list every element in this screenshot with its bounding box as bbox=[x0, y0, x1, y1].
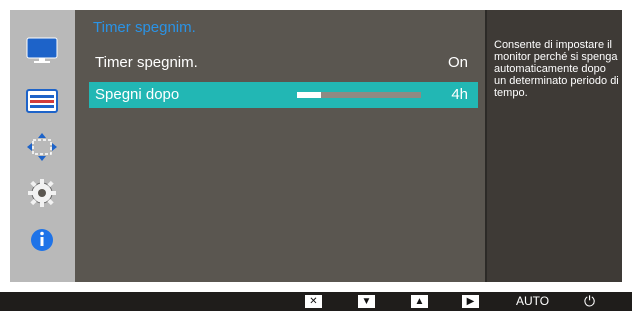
menu-item-value: On bbox=[447, 54, 468, 71]
gear-icon[interactable] bbox=[26, 178, 58, 208]
menu-item-spegni-dopo[interactable]: Spegni dopo 4h bbox=[89, 82, 478, 108]
bottom-control-bar: ✕ ▼ ▲ ▶ AUTO ⏻ bbox=[0, 292, 632, 311]
close-key-icon[interactable]: ✕ bbox=[305, 295, 322, 308]
osd-menu: Timer spegnim. Timer spegnim. On Spegni … bbox=[10, 10, 622, 282]
settings-bars-icon[interactable] bbox=[26, 86, 58, 116]
menu-item-timer[interactable]: Timer spegnim. On bbox=[89, 50, 478, 76]
monitor-icon[interactable] bbox=[26, 36, 58, 66]
enter-key-icon[interactable]: ▶ bbox=[462, 295, 479, 308]
menu-item-value: 4h bbox=[451, 86, 468, 103]
category-sidebar bbox=[10, 10, 75, 282]
menu-item-label: Spegni dopo bbox=[95, 86, 180, 103]
power-icon[interactable]: ⏻ bbox=[584, 293, 595, 310]
info-icon[interactable] bbox=[26, 225, 58, 255]
help-panel: Consente di impostare il monitor perché … bbox=[487, 10, 622, 282]
timer-slider[interactable] bbox=[297, 92, 421, 98]
down-key-icon[interactable]: ▼ bbox=[358, 295, 375, 308]
resize-arrows-icon[interactable] bbox=[26, 132, 58, 162]
timer-slider-fill bbox=[297, 92, 321, 98]
up-key-icon[interactable]: ▲ bbox=[411, 295, 428, 308]
menu-item-label: Timer spegnim. bbox=[95, 54, 198, 71]
menu-title: Timer spegnim. bbox=[93, 19, 196, 36]
menu-panel: Timer spegnim. Timer spegnim. On Spegni … bbox=[75, 10, 487, 282]
help-text: Consente di impostare il monitor perché … bbox=[494, 39, 619, 99]
auto-button[interactable]: AUTO bbox=[516, 294, 549, 308]
